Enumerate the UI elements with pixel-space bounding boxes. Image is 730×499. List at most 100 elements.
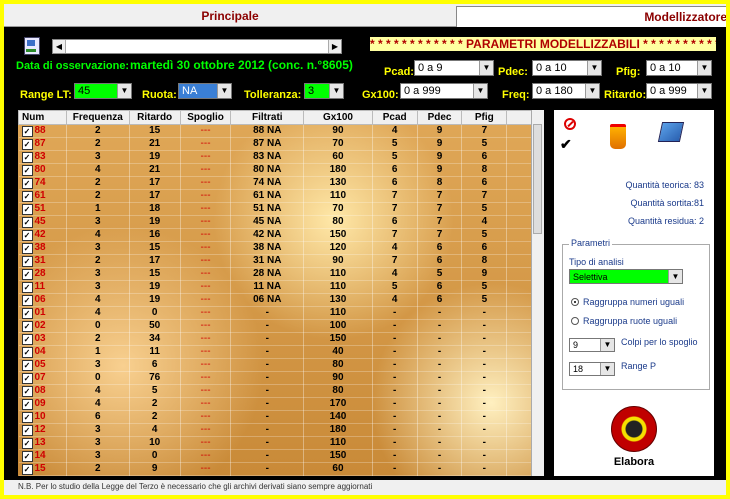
computer-icon[interactable] <box>24 37 40 55</box>
tolleranza-select[interactable]: 3 ▼ <box>304 83 344 99</box>
freq-select[interactable]: 0 a 180 ▼ <box>532 83 600 99</box>
row-checkbox[interactable]: ✓ <box>21 152 33 163</box>
pdec-label: Pdec: <box>498 66 528 78</box>
grid-vertical-scrollbar[interactable] <box>531 110 544 476</box>
cell-spoglio: --- <box>180 436 232 450</box>
check-icon[interactable]: ✔ <box>560 136 572 153</box>
row-checkbox[interactable]: ✓ <box>21 321 33 332</box>
colpi-select[interactable]: 9 ▼ <box>569 338 615 352</box>
scrollbar-thumb[interactable] <box>533 124 542 234</box>
cell-filtrati: 11 NA <box>230 280 305 294</box>
tab-modellizzatore[interactable]: Modellizzatore <box>456 6 726 27</box>
column-header[interactable]: Num <box>18 110 67 125</box>
column-header[interactable]: Frequenza <box>65 110 130 125</box>
column-header[interactable]: Pfig <box>461 110 508 125</box>
table-row[interactable]: ✓ 88 2 15 --- 88 NA 90 4 9 7 <box>18 124 544 138</box>
stop-icon[interactable] <box>564 118 576 130</box>
row-checkbox[interactable]: ✓ <box>21 438 33 449</box>
table-row[interactable]: ✓ 42 4 16 --- 42 NA 150 7 7 5 <box>18 228 544 242</box>
ritardo-select[interactable]: 0 a 999 ▼ <box>646 83 712 99</box>
date-scrollbar[interactable]: ◀ ▶ <box>52 39 342 54</box>
row-checkbox[interactable]: ✓ <box>21 165 33 176</box>
gx100-select[interactable]: 0 a 999 ▼ <box>400 83 488 99</box>
table-row[interactable]: ✓ 06 4 19 --- 06 NA 130 4 6 5 <box>18 293 544 307</box>
row-checkbox[interactable]: ✓ <box>21 399 33 410</box>
radio-numeri[interactable] <box>571 298 579 306</box>
row-checkbox[interactable]: ✓ <box>21 360 33 371</box>
row-checkbox[interactable]: ✓ <box>21 412 33 423</box>
basket-icon[interactable] <box>610 124 626 149</box>
table-row[interactable]: ✓ 87 2 21 --- 87 NA 70 5 9 5 <box>18 137 544 151</box>
row-checkbox[interactable]: ✓ <box>21 178 33 189</box>
row-checkbox[interactable]: ✓ <box>21 295 33 306</box>
table-row[interactable]: ✓ 61 2 17 --- 61 NA 110 7 7 7 <box>18 189 544 203</box>
row-checkbox[interactable]: ✓ <box>21 126 33 137</box>
range-p-select[interactable]: 18 ▼ <box>569 362 615 376</box>
table-row[interactable]: ✓ 14 3 0 --- -150- - - <box>18 449 544 463</box>
row-checkbox[interactable]: ✓ <box>21 373 33 384</box>
pdec-select[interactable]: 0 a 10 ▼ <box>532 60 602 76</box>
table-row[interactable]: ✓1677----120--- <box>18 475 544 476</box>
table-row[interactable]: ✓ 04 1 11 --- -40- - - <box>18 345 544 359</box>
row-checkbox[interactable]: ✓ <box>21 243 33 254</box>
table-row[interactable]: ✓ 45 3 19 --- 45 NA 80 6 7 4 <box>18 215 544 229</box>
table-row[interactable]: ✓ 08 4 5 --- -80- - - <box>18 384 544 398</box>
table-row[interactable]: ✓ 28 3 15 --- 28 NA 110 4 5 9 <box>18 267 544 281</box>
column-header[interactable]: Pdec <box>416 110 463 125</box>
table-row[interactable]: ✓ 13 3 10 --- -110- - - <box>18 436 544 450</box>
column-header[interactable]: Ritardo <box>128 110 181 125</box>
cell-pcad: - <box>372 475 418 476</box>
table-row[interactable]: ✓ 80 4 21 --- 80 NA 180 6 9 8 <box>18 163 544 177</box>
pcad-select[interactable]: 0 a 9 ▼ <box>414 60 494 76</box>
row-checkbox[interactable]: ✓ <box>21 464 33 475</box>
row-checkbox[interactable]: ✓ <box>21 139 33 150</box>
row-checkbox[interactable]: ✓ <box>21 230 33 241</box>
tipo-analisi-select[interactable]: Selettiva ▼ <box>569 269 683 284</box>
cell-frequenza: 2 <box>66 124 130 138</box>
table-row[interactable]: ✓ 02 0 50 --- -100- - - <box>18 319 544 333</box>
row-checkbox[interactable]: ✓ <box>21 217 33 228</box>
column-header[interactable]: Gx100 <box>303 110 373 125</box>
row-checkbox[interactable]: ✓ <box>21 308 33 319</box>
row-number: ✓ 04 <box>18 345 67 359</box>
row-checkbox[interactable]: ✓ <box>21 386 33 397</box>
elabora-label: Elabora <box>613 456 655 468</box>
tab-principale[interactable]: Principale <box>4 6 456 26</box>
column-header[interactable]: Spoglio <box>179 110 232 125</box>
row-checkbox[interactable]: ✓ <box>21 269 33 280</box>
table-row[interactable]: ✓ 83 3 19 --- 83 NA 60 5 9 6 <box>18 150 544 164</box>
row-checkbox[interactable]: ✓ <box>21 425 33 436</box>
row-checkbox[interactable]: ✓ <box>21 191 33 202</box>
radio-ruote[interactable] <box>571 317 579 325</box>
table-row[interactable]: ✓ 05 3 6 --- -80- - - <box>18 358 544 372</box>
table-row[interactable]: ✓ 07 0 76 --- -90- - - <box>18 371 544 385</box>
table-row[interactable]: ✓ 15 2 9 --- -60- - - <box>18 462 544 476</box>
table-row[interactable]: ✓ 01 4 0 --- -110- - - <box>18 306 544 320</box>
table-row[interactable]: ✓ 11 3 19 --- 11 NA 110 5 6 5 <box>18 280 544 294</box>
table-row[interactable]: ✓ 74 2 17 --- 74 NA 130 6 8 6 <box>18 176 544 190</box>
table-row[interactable]: ✓ 09 4 2 --- -170- - - <box>18 397 544 411</box>
numbers-grid[interactable]: Num Frequenza Ritardo Spoglio Filtrati Gx100 P… <box>18 110 544 476</box>
table-row[interactable]: ✓ 38 3 15 --- 38 NA 120 4 6 6 <box>18 241 544 255</box>
row-checkbox[interactable]: ✓ <box>21 334 33 345</box>
books-icon[interactable] <box>657 122 685 142</box>
table-row[interactable]: ✓ 12 3 4 --- -180- - - <box>18 423 544 437</box>
table-row[interactable]: ✓ 10 6 2 --- -140- - - <box>18 410 544 424</box>
row-checkbox[interactable]: ✓ <box>21 256 33 267</box>
range-lt-select[interactable]: 45 ▼ <box>74 83 132 99</box>
row-checkbox[interactable]: ✓ <box>21 451 33 462</box>
table-row[interactable]: ✓ 31 2 17 --- 31 NA 90 7 6 8 <box>18 254 544 268</box>
scroll-right-icon[interactable]: ▶ <box>328 40 341 53</box>
cell-gx100: 100 <box>303 319 373 333</box>
scroll-left-icon[interactable]: ◀ <box>53 40 66 53</box>
column-header[interactable]: Filtrati <box>230 110 305 125</box>
elabora-button[interactable]: Elabora <box>604 406 664 474</box>
column-header[interactable]: Pcad <box>371 110 418 125</box>
row-checkbox[interactable]: ✓ <box>21 282 33 293</box>
table-row[interactable]: ✓ 03 2 34 --- -150- - - <box>18 332 544 346</box>
row-checkbox[interactable]: ✓ <box>21 347 33 358</box>
table-row[interactable]: ✓ 51 1 18 --- 51 NA 70 7 7 5 <box>18 202 544 216</box>
pfig-select[interactable]: 0 a 10 ▼ <box>646 60 712 76</box>
ruota-select[interactable]: NA ▼ <box>178 83 232 99</box>
row-checkbox[interactable]: ✓ <box>21 204 33 215</box>
